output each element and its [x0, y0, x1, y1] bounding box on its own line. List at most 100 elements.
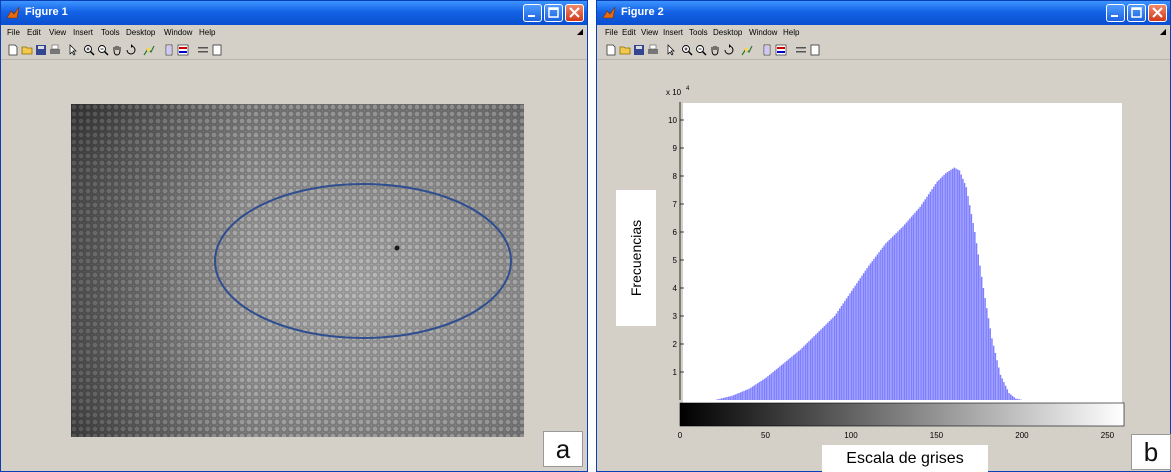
histogram-bar — [729, 396, 732, 400]
y-tick-label: 8 — [673, 172, 678, 181]
histogram-bar — [1003, 382, 1005, 400]
histogram-bar — [832, 317, 834, 400]
histogram-bar — [922, 201, 925, 400]
histogram-bar — [945, 173, 947, 400]
y-tick-label: 1 — [673, 368, 678, 377]
histogram-bar — [984, 298, 986, 400]
grayscale-colorbar — [679, 402, 1125, 427]
histogram-bar — [842, 303, 844, 400]
histogram-bar — [861, 275, 863, 400]
histogram-bar — [994, 352, 997, 400]
histogram-bar — [936, 181, 938, 400]
histogram-bar — [727, 396, 730, 400]
histogram-bar — [755, 384, 757, 400]
y-tick-label: 2 — [673, 340, 678, 349]
histogram-bar — [996, 360, 998, 400]
histogram-bar — [809, 339, 812, 400]
histogram-bar — [975, 243, 978, 400]
x-tick-label: 200 — [1015, 431, 1029, 440]
histogram-bar — [967, 196, 969, 400]
histogram-bar — [849, 293, 851, 400]
histogram-bar — [880, 249, 882, 400]
histogram-bar — [965, 187, 968, 400]
histogram-bar — [765, 377, 767, 400]
histogram-bar — [768, 374, 771, 400]
histogram-bar — [999, 374, 1002, 400]
histogram-bar — [736, 393, 738, 400]
histogram-bar — [1018, 399, 1021, 400]
histogram-bar — [825, 324, 827, 400]
histogram-bar — [956, 169, 959, 400]
histogram-bar — [721, 398, 723, 400]
histogram-bar — [803, 346, 805, 400]
histogram-bar — [792, 355, 795, 400]
histogram-bar — [746, 389, 749, 400]
histogram-bar — [820, 329, 822, 400]
histogram-bar — [852, 288, 855, 400]
histogram-bar — [844, 300, 846, 400]
histogram-bar — [868, 265, 870, 400]
histogram-bar — [876, 254, 879, 400]
histogram-bar — [883, 245, 885, 400]
histogram-bar — [907, 220, 909, 400]
histogram-bar — [717, 399, 720, 400]
histogram-bar — [753, 385, 756, 400]
histogram-bar — [929, 191, 932, 400]
histogram-bar — [744, 390, 747, 400]
histogram-bar — [869, 263, 872, 400]
histogram-bar — [881, 247, 884, 400]
histogram-bar — [734, 394, 737, 400]
histogram-bar — [796, 352, 798, 400]
histogram-bar — [871, 261, 873, 400]
x-tick-label: 250 — [1101, 431, 1115, 440]
y-tick-label: 9 — [673, 144, 678, 153]
histogram-chart: 1 2 3 4 5 6 7 8 9 10 0 50 100 150 200 250 x 10 4 — [666, 86, 1125, 440]
histogram-bar — [731, 395, 733, 400]
y-tick-label: 10 — [668, 116, 677, 125]
histogram-bar — [738, 393, 740, 400]
histogram-bar — [804, 344, 807, 400]
histogram-bar — [733, 395, 735, 400]
histogram-bar — [886, 241, 889, 400]
histogram-bar — [898, 229, 901, 400]
histogram-bar — [987, 318, 990, 400]
histogram-bar — [801, 347, 803, 400]
histogram-bar — [885, 243, 887, 400]
histogram-bar — [892, 236, 894, 400]
histogram-bar — [948, 170, 950, 400]
histogram-bar — [878, 252, 880, 400]
histogram-bar — [912, 214, 915, 400]
y-tick-label: 7 — [673, 200, 678, 209]
histogram-bar — [991, 338, 993, 400]
histogram-bar — [934, 184, 937, 400]
histogram-bar — [774, 370, 776, 400]
histogram-bar — [938, 179, 940, 400]
histogram-bar — [862, 273, 865, 400]
x-axis: 0 50 100 150 200 250 — [678, 431, 1115, 440]
histogram-bar — [958, 170, 961, 400]
histogram-bar — [864, 270, 867, 400]
histogram-bar — [866, 268, 868, 400]
histogram-bar — [775, 369, 778, 400]
exponent-power: 4 — [686, 86, 690, 92]
histogram-bar — [921, 204, 923, 400]
histogram-bar — [816, 332, 819, 400]
histogram-bar — [909, 218, 911, 400]
histogram-bar — [722, 397, 725, 400]
histogram-bar — [741, 391, 744, 400]
histogram-bar — [897, 231, 899, 400]
histogram-bar — [839, 308, 841, 400]
histogram-bar — [828, 321, 831, 400]
histogram-bar — [931, 189, 933, 400]
histogram-bar — [992, 345, 995, 400]
y-tick-label: 6 — [673, 228, 678, 237]
histogram-bars — [715, 167, 1022, 400]
histogram-bar — [1013, 397, 1015, 400]
histogram-bar — [835, 313, 838, 400]
histogram-bar — [767, 376, 769, 400]
histogram-bar — [895, 233, 897, 400]
histogram-bar — [777, 367, 779, 400]
histogram-bar — [914, 212, 916, 400]
histogram-bar — [924, 199, 926, 400]
histogram-bar — [963, 183, 966, 400]
